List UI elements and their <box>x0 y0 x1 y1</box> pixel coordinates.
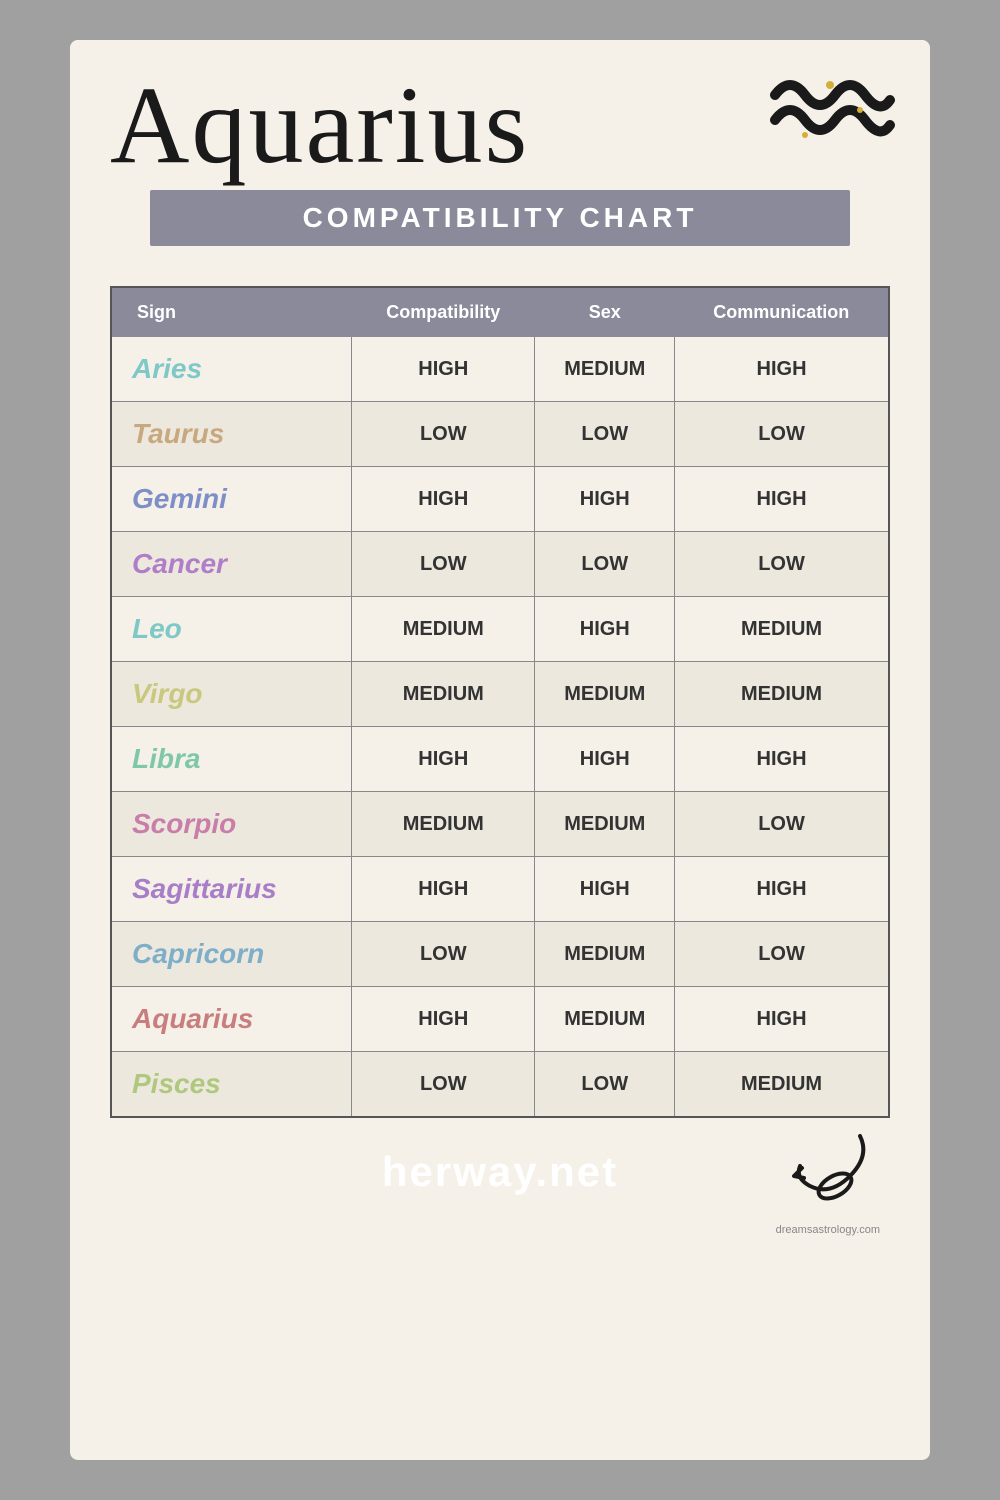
subtitle-text: COMPATIBILITY CHART <box>303 202 698 233</box>
col-sex: Sex <box>535 288 675 337</box>
communication-cell: HIGH <box>675 467 888 532</box>
compatibility-cell: MEDIUM <box>352 662 535 727</box>
sign-cell: Gemini <box>112 467 352 532</box>
sex-cell: LOW <box>535 532 675 597</box>
compatibility-table-container: Sign Compatibility Sex Communication Ari… <box>110 286 890 1118</box>
compatibility-cell: LOW <box>352 532 535 597</box>
compatibility-cell: HIGH <box>352 467 535 532</box>
sign-cell: Pisces <box>112 1052 352 1117</box>
sign-cell: Scorpio <box>112 792 352 857</box>
table-row: CapricornLOWMEDIUMLOW <box>112 922 888 987</box>
table-row: VirgoMEDIUMMEDIUMMEDIUM <box>112 662 888 727</box>
sign-cell: Sagittarius <box>112 857 352 922</box>
sign-cell: Virgo <box>112 662 352 727</box>
communication-cell: HIGH <box>675 337 888 402</box>
table-header-row: Sign Compatibility Sex Communication <box>112 288 888 337</box>
col-sign: Sign <box>112 288 352 337</box>
sign-cell: Libra <box>112 727 352 792</box>
table-row: AquariusHIGHMEDIUMHIGH <box>112 987 888 1052</box>
compatibility-cell: MEDIUM <box>352 597 535 662</box>
communication-cell: LOW <box>675 792 888 857</box>
compatibility-table: Sign Compatibility Sex Communication Ari… <box>112 288 888 1116</box>
compatibility-cell: MEDIUM <box>352 792 535 857</box>
table-row: LeoMEDIUMHIGHMEDIUM <box>112 597 888 662</box>
communication-cell: HIGH <box>675 857 888 922</box>
sex-cell: MEDIUM <box>535 662 675 727</box>
sex-cell: MEDIUM <box>535 922 675 987</box>
sex-cell: HIGH <box>535 857 675 922</box>
communication-cell: LOW <box>675 922 888 987</box>
compatibility-cell: HIGH <box>352 987 535 1052</box>
table-row: SagittariusHIGHHIGHHIGH <box>112 857 888 922</box>
sign-cell: Taurus <box>112 402 352 467</box>
table-row: ScorpioMEDIUMMEDIUMLOW <box>112 792 888 857</box>
swirl-icon <box>780 1126 880 1206</box>
communication-cell: LOW <box>675 402 888 467</box>
sign-cell: Cancer <box>112 532 352 597</box>
table-row: TaurusLOWLOWLOW <box>112 402 888 467</box>
table-row: PiscesLOWLOWMEDIUM <box>112 1052 888 1117</box>
sex-cell: LOW <box>535 1052 675 1117</box>
sex-cell: LOW <box>535 402 675 467</box>
communication-cell: MEDIUM <box>675 597 888 662</box>
table-row: LibraHIGHHIGHHIGH <box>112 727 888 792</box>
communication-cell: MEDIUM <box>675 662 888 727</box>
compatibility-cell: HIGH <box>352 857 535 922</box>
table-row: CancerLOWLOWLOW <box>112 532 888 597</box>
main-card: Aquarius COMPATIBILITY CHART Sign Compat… <box>70 40 930 1460</box>
col-communication: Communication <box>675 288 888 337</box>
footer: herway.net dreamsastrology.com <box>70 1118 930 1206</box>
sign-cell: Leo <box>112 597 352 662</box>
aquarius-symbol-icon <box>765 65 895 165</box>
attribution-text: dreamsastrology.com <box>776 1224 880 1236</box>
compatibility-cell: LOW <box>352 922 535 987</box>
sex-cell: MEDIUM <box>535 792 675 857</box>
compatibility-cell: HIGH <box>352 727 535 792</box>
sex-cell: HIGH <box>535 467 675 532</box>
header: Aquarius COMPATIBILITY CHART <box>70 40 930 256</box>
communication-cell: HIGH <box>675 727 888 792</box>
sex-cell: MEDIUM <box>535 337 675 402</box>
compatibility-cell: LOW <box>352 402 535 467</box>
sign-cell: Aquarius <box>112 987 352 1052</box>
communication-cell: HIGH <box>675 987 888 1052</box>
sex-cell: HIGH <box>535 727 675 792</box>
communication-cell: MEDIUM <box>675 1052 888 1117</box>
sex-cell: HIGH <box>535 597 675 662</box>
table-row: GeminiHIGHHIGHHIGH <box>112 467 888 532</box>
sign-cell: Aries <box>112 337 352 402</box>
col-compatibility: Compatibility <box>352 288 535 337</box>
table-row: AriesHIGHMEDIUMHIGH <box>112 337 888 402</box>
communication-cell: LOW <box>675 532 888 597</box>
compatibility-cell: HIGH <box>352 337 535 402</box>
sign-cell: Capricorn <box>112 922 352 987</box>
compatibility-cell: LOW <box>352 1052 535 1117</box>
subtitle-bar: COMPATIBILITY CHART <box>150 190 850 246</box>
sex-cell: MEDIUM <box>535 987 675 1052</box>
